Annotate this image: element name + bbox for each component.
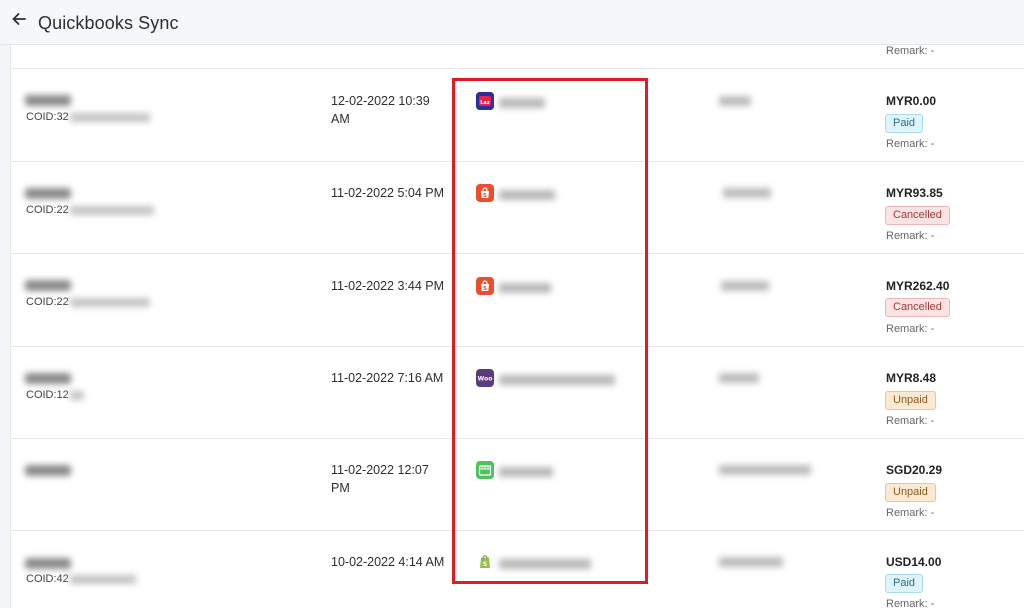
lazada-icon: Laz xyxy=(476,92,494,110)
table-row[interactable]: COID:32 12-02-2022 10:39 AM Laz MYR0.00 … xyxy=(11,69,1024,162)
remark-text: Remark: - xyxy=(886,45,935,57)
coid-number xyxy=(69,112,150,122)
date-line-2: AM xyxy=(331,112,350,126)
woocommerce-icon: Woo xyxy=(476,369,494,387)
status-badge: Cancelled xyxy=(885,298,950,317)
table-row[interactable]: COID:42 10-02-2022 4:14 AM S USD14.00 Pa… xyxy=(11,531,1024,608)
coid-label: COID:32 xyxy=(26,111,69,123)
date-line-1: 12-02-2022 10:39 xyxy=(331,94,430,108)
store-name xyxy=(499,283,551,293)
order-id: COID:42 xyxy=(26,573,136,585)
order-amount: MYR8.48 xyxy=(886,371,937,385)
order-id: COID:22 xyxy=(26,296,150,308)
remark-text: Remark: - xyxy=(886,507,935,519)
order-date: 10-02-2022 4:14 AM xyxy=(331,553,451,571)
date-line-1: 11-02-2022 3:44 PM xyxy=(331,279,445,293)
customer-name xyxy=(25,558,71,569)
coid-number xyxy=(69,297,150,307)
remark-text: Remark: - xyxy=(886,138,935,150)
customer-name xyxy=(25,95,71,106)
svg-text:Laz: Laz xyxy=(480,100,490,106)
store-name xyxy=(499,98,545,108)
coid-number xyxy=(69,205,154,215)
coid-label: COID:12 xyxy=(26,389,69,401)
channel-name xyxy=(719,373,759,383)
channel-name xyxy=(723,188,771,198)
store-name xyxy=(499,467,553,477)
remark-text: Remark: - xyxy=(886,598,935,608)
order-date: 11-02-2022 5:04 PM xyxy=(331,184,451,202)
channel-name xyxy=(719,96,751,106)
channel-name xyxy=(721,281,769,291)
top-bar: Quickbooks Sync xyxy=(0,0,1024,45)
svg-text:S: S xyxy=(483,193,487,199)
table-row[interactable]: 11-02-2022 12:07 PM SGD20.29 Unpaid Rema… xyxy=(11,439,1024,531)
channel-name xyxy=(719,465,811,475)
date-line-1: 11-02-2022 7:16 AM xyxy=(331,371,444,385)
store-icon xyxy=(476,461,494,479)
remark-text: Remark: - xyxy=(886,415,935,427)
date-line-1: 10-02-2022 4:14 AM xyxy=(331,555,445,569)
svg-text:S: S xyxy=(483,561,487,568)
coid-label: COID:22 xyxy=(26,204,69,216)
status-badge: Cancelled xyxy=(885,206,950,225)
customer-name xyxy=(25,373,71,384)
order-amount: MYR0.00 xyxy=(886,94,937,108)
svg-text:Woo: Woo xyxy=(478,376,493,383)
page-title: Quickbooks Sync xyxy=(38,13,179,33)
order-amount: SGD20.29 xyxy=(886,463,943,477)
customer-name xyxy=(25,188,71,199)
table-row[interactable]: COID:22 11-02-2022 3:44 PM S MYR262.40 C… xyxy=(11,254,1024,347)
table-row[interactable]: COID:12 11-02-2022 7:16 AM Woo MYR8.48 U… xyxy=(11,347,1024,439)
status-badge: Paid xyxy=(885,114,924,133)
shopify-icon: S xyxy=(476,553,494,571)
customer-name xyxy=(25,280,71,291)
store-name xyxy=(499,375,615,385)
date-line-1: 11-02-2022 12:07 xyxy=(331,463,429,477)
back-button[interactable] xyxy=(8,10,30,32)
order-date: 11-02-2022 7:16 AM xyxy=(331,369,451,387)
remark-text: Remark: - xyxy=(886,323,935,335)
remark-text: Remark: - xyxy=(886,230,935,242)
order-amount: USD14.00 xyxy=(886,555,942,569)
order-amount: MYR93.85 xyxy=(886,186,943,200)
coid-number xyxy=(69,390,84,400)
order-id: COID:32 xyxy=(26,111,150,123)
order-date: 11-02-2022 12:07 PM xyxy=(331,461,451,497)
arrow-left-icon xyxy=(11,11,27,32)
orders-table: Remark: - COID:32 12-02-2022 10:39 AM La… xyxy=(10,45,1024,608)
order-date: 11-02-2022 3:44 PM xyxy=(331,277,451,295)
coid-label: COID:22 xyxy=(26,296,69,308)
channel-name xyxy=(719,557,783,567)
shopee-icon: S xyxy=(476,184,494,202)
svg-text:S: S xyxy=(483,286,487,292)
order-id: COID:22 xyxy=(26,204,154,216)
order-id: COID:12 xyxy=(26,389,84,401)
customer-name xyxy=(25,465,71,476)
coid-number xyxy=(69,574,136,584)
coid-label: COID:42 xyxy=(26,573,69,585)
date-line-2: PM xyxy=(331,481,350,495)
shopee-icon: S xyxy=(476,277,494,295)
order-amount: MYR262.40 xyxy=(886,279,950,293)
date-line-1: 11-02-2022 5:04 PM xyxy=(331,186,445,200)
status-badge: Unpaid xyxy=(885,391,936,410)
store-name xyxy=(499,190,555,200)
order-date: 12-02-2022 10:39 AM xyxy=(331,92,451,128)
status-badge: Unpaid xyxy=(885,483,936,502)
status-badge: Paid xyxy=(885,574,924,593)
store-name xyxy=(499,559,591,569)
table-row[interactable]: COID:22 11-02-2022 5:04 PM S MYR93.85 Ca… xyxy=(11,162,1024,254)
